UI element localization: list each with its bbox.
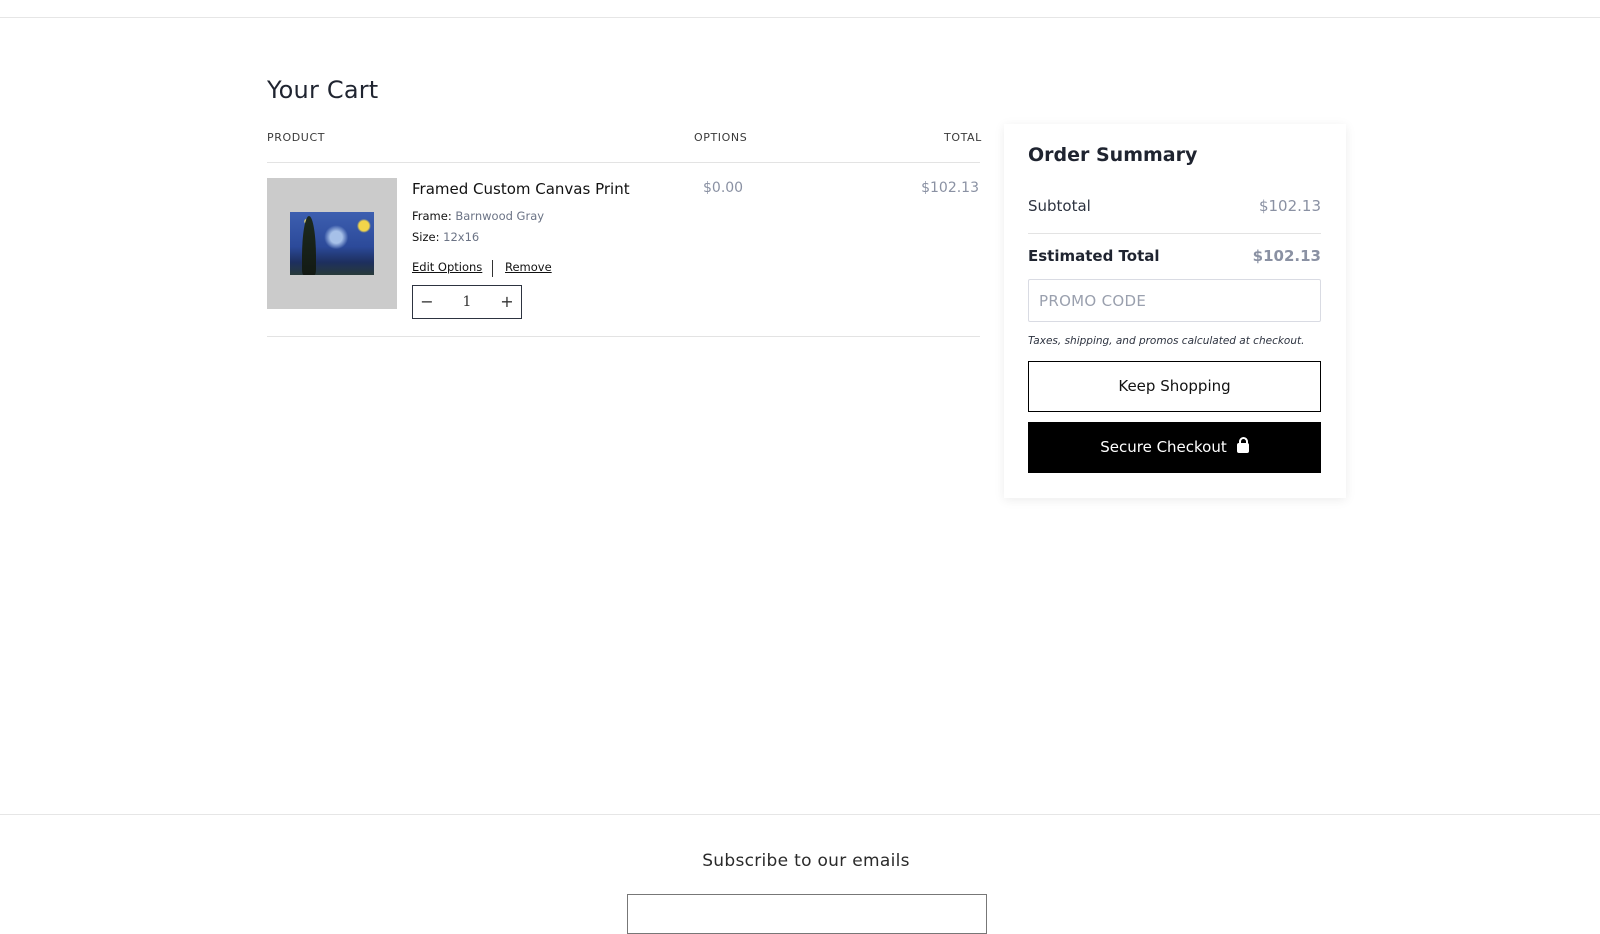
estimated-total-value: $102.13 bbox=[1252, 247, 1321, 265]
order-summary-title: Order Summary bbox=[1028, 144, 1198, 166]
lock-icon bbox=[1236, 437, 1249, 453]
keep-shopping-button[interactable]: Keep Shopping bbox=[1028, 361, 1321, 412]
subtotal-row: Subtotal $102.13 bbox=[1028, 197, 1321, 215]
column-header-total: TOTAL bbox=[944, 131, 982, 144]
quantity-stepper: − 1 + bbox=[412, 285, 522, 319]
artwork-cypress bbox=[302, 216, 316, 275]
estimated-total-row: Estimated Total $102.13 bbox=[1028, 247, 1321, 265]
decrement-button[interactable]: − bbox=[413, 286, 441, 318]
newsletter-email-input[interactable] bbox=[627, 894, 987, 934]
footer-divider bbox=[0, 814, 1600, 815]
options-price: $0.00 bbox=[703, 180, 744, 196]
promo-code-input[interactable] bbox=[1028, 279, 1321, 322]
keep-shopping-label: Keep Shopping bbox=[1118, 377, 1231, 395]
item-total: $102.13 bbox=[921, 180, 979, 196]
column-header-product: PRODUCT bbox=[267, 131, 326, 144]
subtotal-label: Subtotal bbox=[1028, 197, 1091, 215]
subscribe-title: Subscribe to our emails bbox=[702, 851, 910, 871]
increment-button[interactable]: + bbox=[493, 286, 521, 318]
quantity-input[interactable]: 1 bbox=[449, 286, 485, 318]
option-label: Size: bbox=[412, 230, 440, 244]
option-value: Barnwood Gray bbox=[455, 209, 545, 223]
cart-item-divider bbox=[267, 336, 980, 337]
edit-options-link[interactable]: Edit Options bbox=[412, 260, 482, 274]
option-size: Size: 12x16 bbox=[412, 230, 479, 244]
page-title: Your Cart bbox=[267, 76, 379, 104]
product-image bbox=[290, 212, 374, 275]
summary-divider bbox=[1028, 233, 1321, 234]
order-summary-panel: Order Summary Subtotal $102.13 Estimated… bbox=[1004, 124, 1346, 498]
estimated-total-label: Estimated Total bbox=[1028, 247, 1160, 265]
option-label: Frame: bbox=[412, 209, 452, 223]
secure-checkout-label: Secure Checkout bbox=[1100, 438, 1227, 456]
checkout-note: Taxes, shipping, and promos calculated a… bbox=[1028, 335, 1305, 347]
header-divider bbox=[0, 17, 1600, 18]
subtotal-value: $102.13 bbox=[1258, 197, 1321, 215]
option-value: 12x16 bbox=[443, 230, 480, 244]
link-separator bbox=[492, 260, 493, 277]
table-header-divider bbox=[267, 162, 980, 163]
remove-link[interactable]: Remove bbox=[505, 260, 552, 274]
product-thumbnail[interactable] bbox=[267, 178, 397, 309]
column-header-options: OPTIONS bbox=[694, 131, 748, 144]
product-name[interactable]: Framed Custom Canvas Print bbox=[412, 180, 630, 198]
secure-checkout-button[interactable]: Secure Checkout bbox=[1028, 422, 1321, 473]
option-frame: Frame: Barnwood Gray bbox=[412, 209, 544, 223]
